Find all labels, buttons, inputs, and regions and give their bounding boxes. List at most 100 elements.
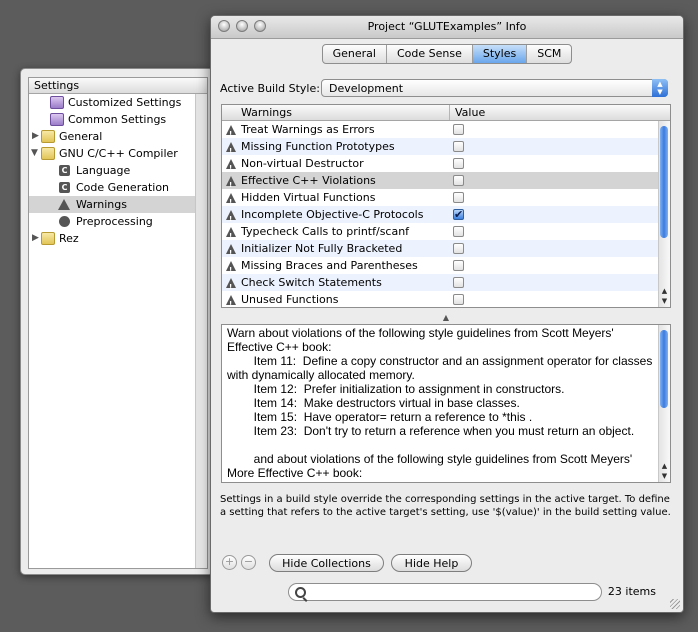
column-header-value[interactable]: Value	[455, 105, 485, 120]
table-row[interactable]: Effective C++ Violations	[222, 172, 658, 194]
settings-tree-header: Settings	[29, 78, 207, 94]
setting-checkbox-checked[interactable]	[453, 206, 464, 223]
warning-icon	[226, 227, 236, 245]
table-row[interactable]: Missing Function Prototypes	[222, 138, 658, 160]
table-row[interactable]: Hidden Virtual Functions	[222, 189, 658, 211]
settings-tree-scrollbar[interactable]	[195, 94, 207, 568]
setting-checkbox[interactable]	[453, 175, 464, 186]
table-row[interactable]: Initializer Not Fully Bracketed	[222, 240, 658, 262]
setting-checkbox[interactable]	[453, 260, 464, 271]
table-scrollbar[interactable]: ▲ ▼	[658, 121, 670, 307]
window-title: Project “GLUTExamples” Info	[367, 20, 527, 33]
table-row[interactable]: Treat Warnings as Errors	[222, 121, 658, 143]
tree-item-label: General	[59, 130, 103, 143]
setting-name: Unused Functions	[241, 293, 339, 306]
settings-icon	[50, 113, 64, 126]
scroll-up-arrow-icon[interactable]: ▲	[660, 461, 669, 471]
setting-checkbox[interactable]	[453, 124, 464, 135]
tree-item-general[interactable]: ▶ General	[29, 128, 195, 145]
search-field[interactable]	[288, 583, 602, 601]
minimize-window-button[interactable]	[236, 20, 248, 32]
table-row[interactable]: Check Switch Statements	[222, 274, 658, 296]
scroll-up-arrow-icon[interactable]: ▲	[660, 286, 669, 296]
table-row[interactable]: Missing Braces and Parentheses	[222, 257, 658, 279]
title-bar[interactable]: Project “GLUTExamples” Info	[211, 16, 683, 39]
warnings-table: Warnings Value Treat Warnings as Errors …	[221, 104, 671, 308]
disclosure-triangle-down-icon[interactable]: ▼	[31, 145, 38, 162]
column-divider[interactable]	[449, 105, 450, 120]
resize-grip-icon[interactable]	[670, 599, 680, 609]
setting-name: Missing Braces and Parentheses	[241, 259, 418, 272]
setting-checkbox[interactable]	[453, 277, 464, 288]
table-row[interactable]: Unused Functions	[222, 291, 658, 307]
tree-item-customized-settings[interactable]: Customized Settings	[29, 94, 195, 111]
tree-item-warnings[interactable]: Warnings	[29, 196, 195, 213]
scroll-down-arrow-icon[interactable]: ▼	[660, 471, 669, 481]
close-window-button[interactable]	[218, 20, 230, 32]
scroll-down-arrow-icon[interactable]: ▼	[660, 296, 669, 306]
folder-icon	[41, 147, 55, 160]
active-build-style-label: Active Build Style:	[220, 82, 320, 95]
tree-item-common-settings[interactable]: Common Settings	[29, 111, 195, 128]
add-button[interactable]: +	[222, 555, 237, 570]
warning-icon	[226, 125, 236, 143]
tab-code-sense[interactable]: Code Sense	[387, 45, 473, 63]
table-row[interactable]: Incomplete Objective-C Protocols	[222, 206, 658, 228]
tree-item-preprocessing[interactable]: Preprocessing	[29, 213, 195, 230]
item-count: 23 items	[607, 585, 656, 598]
setting-checkbox[interactable]	[453, 158, 464, 169]
setting-checkbox[interactable]	[453, 243, 464, 254]
help-scroll-thumb[interactable]	[660, 330, 668, 408]
build-style-value: Development	[329, 82, 404, 95]
column-header-warnings[interactable]: Warnings	[241, 105, 292, 120]
split-view-handle[interactable]: ▲	[221, 313, 671, 323]
hide-collections-button[interactable]: Hide Collections	[269, 554, 384, 572]
remove-button[interactable]: −	[241, 555, 256, 570]
tree-item-label: Language	[76, 164, 131, 177]
setting-checkbox[interactable]	[453, 294, 464, 305]
disclosure-triangle-right-icon[interactable]: ▶	[32, 128, 39, 145]
setting-name: Hidden Virtual Functions	[241, 191, 376, 204]
tree-item-language[interactable]: C Language	[29, 162, 195, 179]
tree-item-label: Common Settings	[68, 113, 167, 126]
setting-name: Treat Warnings as Errors	[241, 123, 375, 136]
table-scroll-thumb[interactable]	[660, 126, 668, 238]
setting-checkbox[interactable]	[453, 226, 464, 237]
warning-icon	[226, 244, 236, 262]
disclosure-triangle-right-icon[interactable]: ▶	[32, 230, 39, 247]
tree-item-code-generation[interactable]: C Code Generation	[29, 179, 195, 196]
help-text: Warn about violations of the following s…	[227, 326, 653, 482]
table-header: Warnings Value	[222, 105, 670, 121]
tab-scm[interactable]: SCM	[527, 45, 571, 63]
warning-icon	[226, 142, 236, 160]
folder-icon	[41, 232, 55, 245]
tab-styles[interactable]: Styles	[472, 45, 528, 63]
setting-name: Typecheck Calls to printf/scanf	[241, 225, 410, 238]
search-icon	[295, 587, 306, 598]
c-source-icon: C	[59, 165, 70, 176]
table-row[interactable]: Non-virtual Destructor	[222, 155, 658, 177]
tree-item-label: Warnings	[76, 198, 127, 211]
help-scrollbar[interactable]: ▲ ▼	[658, 325, 670, 482]
zoom-window-button[interactable]	[254, 20, 266, 32]
search-input[interactable]	[309, 585, 598, 601]
build-style-note: Settings in a build style override the c…	[220, 494, 671, 518]
hide-help-button[interactable]: Hide Help	[391, 554, 472, 572]
setting-name: Incomplete Objective-C Protocols	[241, 208, 424, 221]
settings-drawer: Settings Customized Settings Common Sett…	[20, 68, 214, 575]
setting-checkbox[interactable]	[453, 192, 464, 203]
active-build-style-popup[interactable]: Development ▲ ▼	[321, 79, 668, 97]
folder-icon	[41, 130, 55, 143]
setting-name: Non-virtual Destructor	[241, 157, 364, 170]
setting-checkbox[interactable]	[453, 141, 464, 152]
warning-icon	[226, 176, 236, 194]
tree-item-label: GNU C/C++ Compiler	[59, 147, 178, 160]
setting-name: Initializer Not Fully Bracketed	[241, 242, 403, 255]
table-row[interactable]: Typecheck Calls to printf/scanf	[222, 223, 658, 245]
tab-general[interactable]: General	[323, 45, 387, 63]
tree-item-gnu-compiler[interactable]: ▼ GNU C/C++ Compiler	[29, 145, 195, 162]
warning-icon	[226, 210, 236, 228]
tab-bar: General Code Sense Styles SCM	[211, 44, 683, 64]
segmented-tabs: General Code Sense Styles SCM	[321, 44, 573, 64]
tree-item-rez[interactable]: ▶ Rez	[29, 230, 195, 247]
